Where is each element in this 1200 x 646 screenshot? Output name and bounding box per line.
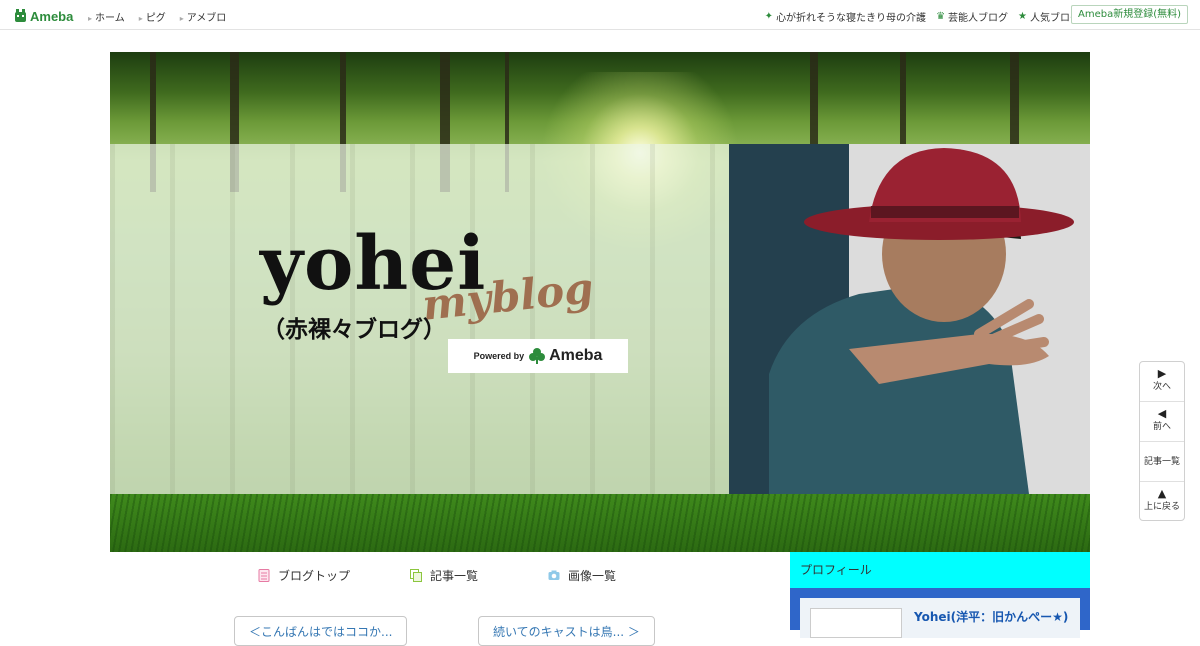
celebrity-blog-link[interactable]: ♛ 芸能人ブログ [936,9,1008,24]
top-links: ✦ 心が折れそうな寝たきり母の介護 ♛ 芸能人ブログ ★ 人気ブログ [755,9,1080,24]
avatar[interactable] [810,608,902,638]
nav-pigg[interactable]: ピグ [139,9,166,24]
sparkle-icon: ✦ [764,11,774,22]
featured-blog-link[interactable]: ✦ 心が折れそうな寝たきり母の介護 [765,9,926,24]
star-icon: ★ [1018,11,1027,22]
prev-post-button[interactable]: ＜こんばんはではココか... [234,616,408,646]
profile-header: プロフィール [790,552,1090,588]
image-list-label: 画像一覧 [568,569,617,583]
clover-icon [529,348,546,364]
ameba-mascot-icon [15,9,26,22]
document-icon [258,569,270,582]
next-label: 次へ [1152,382,1171,392]
featured-blog-label: 心が折れそうな寝たきり母の介護 [776,13,927,24]
nav-ameblo[interactable]: アメブロ [180,9,227,24]
copy-icon [410,569,422,582]
next-article-button[interactable]: ▶ 次へ [1140,362,1184,402]
profile-photo [729,144,1090,494]
grass-band [110,494,1090,552]
top-bar: Ameba ホーム ピグ アメブロ ✦ 心が折れそうな寝たきり母の介護 ♛ 芸能… [0,0,1200,30]
article-list-link[interactable]: 記事一覧 [410,567,548,584]
blog-header[interactable]: yohei myblog （赤裸々ブログ） Powered by Ameba [110,52,1090,552]
play-left-icon: ◀ [1157,407,1167,420]
blog-subtitle: （赤裸々ブログ） [262,317,446,343]
nav-home[interactable]: ホーム [88,9,125,24]
celebrity-blog-label: 芸能人ブログ [948,13,1009,24]
prev-article-button[interactable]: ◀ 前へ [1140,402,1184,442]
blog-nav: ブログトップ 記事一覧 画像一覧 [258,567,616,584]
register-button[interactable]: Ameba新規登録(無料) [1070,5,1188,24]
triangle-up-icon: ▲ [1157,487,1167,500]
back-to-top-label: 上に戻る [1143,502,1180,512]
crown-icon: ♛ [936,11,946,22]
powered-by-ameba-badge[interactable]: Powered by Ameba [448,339,628,373]
article-list-button[interactable]: 記事一覧 [1140,442,1184,482]
article-list-label: 記事一覧 [430,569,479,583]
next-post-button[interactable]: 続いてのキャストは鳥... ＞ [478,616,655,646]
play-right-icon: ▶ [1157,367,1167,380]
profile-name[interactable]: Yohei(洋平：旧かんぺー★) [914,608,1068,625]
image-list-link[interactable]: 画像一覧 [548,567,616,584]
logo-text: Ameba [30,8,74,24]
back-to-top-button[interactable]: ▲ 上に戻る [1140,482,1184,520]
person-photo-image [729,144,1090,494]
prev-label: 前へ [1152,422,1171,432]
side-nav: ▶ 次へ ◀ 前へ 記事一覧 ▲ 上に戻る [1139,361,1185,521]
ameba-logo[interactable]: Ameba [14,7,73,25]
powered-by-text: Powered by [473,351,525,361]
blog-top-label: ブログトップ [278,569,351,583]
global-nav: ホーム ピグ アメブロ [88,9,240,24]
blog-top-link[interactable]: ブログトップ [258,567,410,584]
powered-brand-text: Ameba [549,347,603,364]
camera-icon [548,570,560,580]
